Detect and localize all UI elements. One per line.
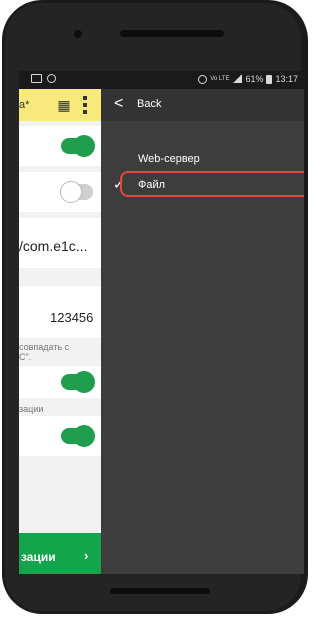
setting-card-number[interactable]: 123456 [19,286,101,338]
setting-toggle-1[interactable] [61,135,95,157]
status-bar: Vo LTE 61% 13:17 [19,71,304,89]
primary-action-button[interactable]: зации › [19,533,101,574]
qr-code-icon[interactable]: ▦ [54,95,74,115]
setting-toggle-4[interactable] [61,425,95,447]
battery-percent: 61% [245,74,264,84]
setting-toggle-2[interactable] [60,181,93,203]
sync-icon [47,74,56,83]
hint-line-3: зации [19,404,44,414]
hint-line-2: С". [19,352,32,362]
screen: Vo LTE 61% 13:17 а* ▦ /com.e1c... 123456… [19,71,304,574]
menu-item-label: Web-сервер [138,153,200,165]
overflow-menu-icon[interactable] [83,96,87,114]
setting-card-4 [19,416,101,456]
selection-highlight [120,171,304,197]
volte-icon: Vo LTE [210,76,230,82]
server-url-value: /com.e1c... [19,238,88,254]
setting-card-1 [19,126,101,166]
menu-header[interactable]: < Back [101,89,304,121]
app-header-title: а* [19,99,30,111]
gallery-icon [31,74,42,83]
menu-item-file[interactable]: ✓ Файл [101,171,304,198]
battery-icon [266,74,273,84]
status-right-icons: Vo LTE 61% 13:17 [198,74,298,84]
primary-action-label: зации [21,550,56,564]
earpiece-speaker [120,30,224,37]
status-left-icons [31,74,56,83]
bottom-speaker-slot [110,588,210,594]
hint-line-1: совпадать с [19,342,70,352]
clock: 13:17 [275,74,298,84]
menu-item-web-server[interactable]: Web-сервер [101,146,304,172]
setting-toggle-3[interactable] [61,371,95,393]
setting-card-2 [19,172,101,212]
setting-card-3 [19,366,101,398]
app-header: а* ▦ [19,89,101,121]
number-value: 123456 [50,310,94,325]
front-camera [74,30,82,38]
background-app-panel: а* ▦ /com.e1c... 123456 совпадать с С". … [19,89,101,574]
alarm-icon [198,74,208,84]
popup-menu: < Back Web-сервер ✓ Файл [101,89,304,574]
setting-card-url[interactable]: /com.e1c... [19,218,101,268]
chevron-right-icon: › [84,548,89,563]
signal-icon [232,75,243,83]
back-arrow-icon[interactable]: < [114,95,123,113]
back-label[interactable]: Back [137,98,161,110]
